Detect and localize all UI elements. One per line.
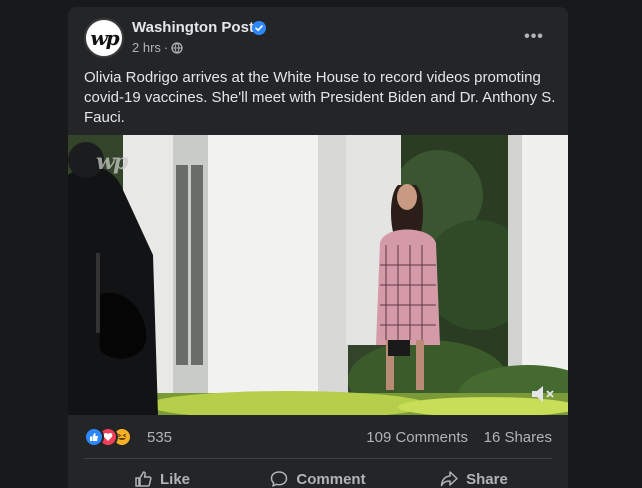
muted-speaker-icon[interactable] xyxy=(530,383,556,405)
comment-button[interactable]: Comment xyxy=(240,461,396,488)
post-meta: 2 hrs · xyxy=(132,40,183,55)
post-message: Olivia Rodrigo arrives at the White Hous… xyxy=(84,69,556,126)
like-button-label: Like xyxy=(159,470,190,488)
comment-button-label: Comment xyxy=(296,470,366,488)
globe-icon xyxy=(171,41,183,54)
like-icon xyxy=(84,427,104,447)
video-player[interactable]: wp xyxy=(68,135,568,415)
verified-badge-icon xyxy=(252,21,266,35)
page-avatar[interactable]: wp xyxy=(84,18,124,58)
share-arrow-icon xyxy=(440,471,458,487)
share-button[interactable]: Share xyxy=(396,461,552,488)
reaction-icons[interactable] xyxy=(84,427,144,447)
thumbs-up-icon xyxy=(135,471,152,487)
more-options-button[interactable]: ••• xyxy=(516,23,552,51)
post-actions: Like Comment Share xyxy=(84,461,552,488)
post-card: wp Washington Post 2 hrs · ••• Olivia Ro… xyxy=(68,7,568,488)
meta-separator: · xyxy=(163,40,169,55)
shares-count-link[interactable]: 16 Shares xyxy=(484,429,552,446)
post-header: wp Washington Post 2 hrs · ••• xyxy=(68,7,568,67)
avatar-logo-text: wp xyxy=(90,26,119,50)
stats-divider xyxy=(84,458,552,459)
video-watermark: wp xyxy=(96,149,128,175)
page-name-link[interactable]: Washington Post xyxy=(132,19,254,36)
like-button[interactable]: Like xyxy=(84,461,240,488)
post-stats: 535 109 Comments 16 Shares xyxy=(84,426,552,450)
video-frame-scene xyxy=(68,135,568,415)
reaction-count[interactable]: 535 xyxy=(147,429,172,446)
comments-count-link[interactable]: 109 Comments xyxy=(366,429,468,446)
share-button-label: Share xyxy=(466,470,508,488)
comment-bubble-icon xyxy=(271,471,288,487)
post-timestamp[interactable]: 2 hrs xyxy=(132,40,161,55)
